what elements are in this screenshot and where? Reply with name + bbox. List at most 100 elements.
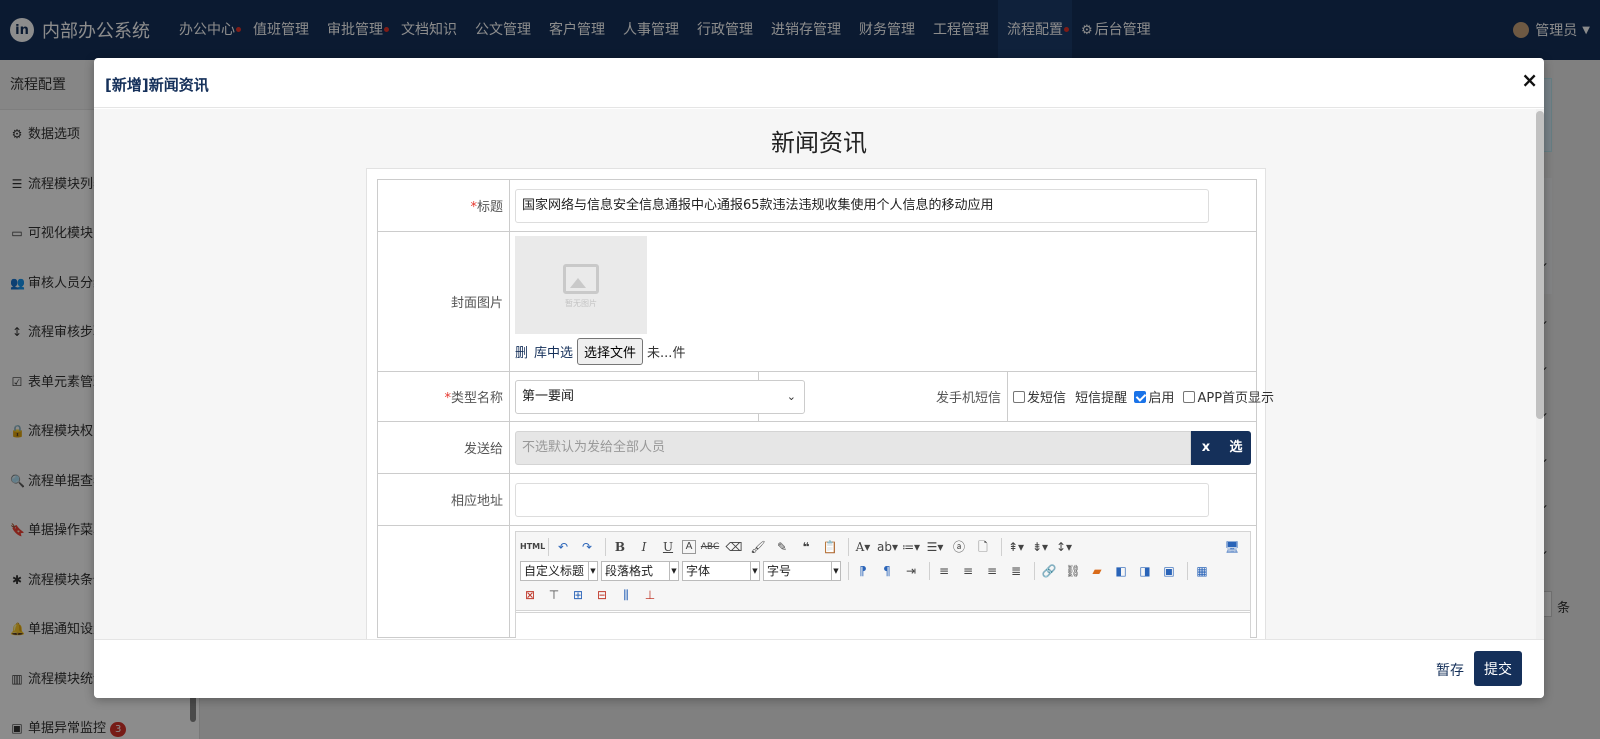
html-source-icon[interactable]: HTML: [520, 537, 545, 557]
rtl-direction-icon[interactable]: ¶: [877, 561, 897, 581]
font-size-select[interactable]: 字号 ▼: [763, 561, 841, 581]
indent-icon[interactable]: ⇥: [901, 561, 921, 581]
field-label: 相应地址: [377, 473, 510, 526]
checkbox-label: APP首页显示: [1197, 391, 1275, 406]
send-to-input[interactable]: 不选默认为发给全部人员: [515, 430, 1191, 465]
bold-icon[interactable]: B: [610, 537, 630, 557]
chevron-down-icon: ⌄: [786, 389, 796, 403]
field-cell: 国家网络与信息安全信息通报中心通报65款违法违规收集使用个人信息的移动应用: [509, 179, 1257, 232]
form-row-cover: 封面图片 暂无图片 删 库中选 选择文件 未...件: [377, 231, 1257, 372]
toolbar-separator: [1187, 562, 1188, 580]
form-row-send-to: 发送给 不选默认为发给全部人员 x 选: [377, 421, 1257, 474]
eraser-icon[interactable]: ⌫: [724, 537, 744, 557]
row-spacing-bottom-icon[interactable]: ⇟▾: [1030, 537, 1050, 557]
field-label: 发送给: [377, 421, 510, 474]
combo-label: 字号: [767, 564, 792, 578]
modal-scrollbar[interactable]: [1536, 109, 1544, 639]
font-family-select[interactable]: 字体 ▼: [682, 561, 760, 581]
select-all-icon[interactable]: ⓐ: [949, 537, 969, 557]
save-draft-button[interactable]: 暂存: [1436, 660, 1464, 680]
row-spacing-top-icon[interactable]: ⇞▾: [1006, 537, 1026, 557]
field-cell: 暂无图片 删 库中选 选择文件 未...件: [509, 231, 1257, 372]
undo-icon[interactable]: ↶: [553, 537, 573, 557]
fullscreen-icon[interactable]: 🖥: [1222, 537, 1242, 557]
type-select[interactable]: 第一要闻 ⌄: [515, 379, 805, 414]
modal-title: [新增]新闻资讯: [105, 76, 209, 94]
field-label: 封面图片: [377, 231, 510, 372]
insert-column-icon[interactable]: ⫼: [616, 585, 636, 605]
toolbar-separator: [548, 538, 549, 556]
clear-doc-icon[interactable]: 🗋: [973, 537, 993, 557]
selected-value: 第一要闻: [522, 388, 575, 404]
delete-column-icon[interactable]: ⊥: [640, 585, 660, 605]
chevron-down-icon: ▼: [831, 562, 840, 580]
image-float-right-icon[interactable]: ◨: [1135, 561, 1155, 581]
form-row-content: HTML ↶ ↷ B I U A ABC ⌫ 🖌 ✎ ❝ 📋 A▾ ab▾ ≔▾…: [377, 525, 1257, 638]
chevron-down-icon: ▼: [750, 562, 759, 580]
title-input[interactable]: 国家网络与信息安全信息通报中心通报65款违法违规收集使用个人信息的移动应用: [515, 188, 1209, 223]
file-status: 未...件: [647, 346, 686, 361]
format-brush-icon[interactable]: 🖌: [748, 537, 768, 557]
checkbox-label: 启用: [1148, 391, 1175, 406]
ordered-list-icon[interactable]: ≔▾: [901, 537, 921, 557]
redo-icon[interactable]: ↷: [577, 537, 597, 557]
send-sms-checkbox[interactable]: [1013, 391, 1025, 403]
custom-heading-select[interactable]: 自定义标题 ▼: [520, 561, 598, 581]
cover-image-placeholder[interactable]: 暂无图片: [515, 236, 647, 334]
underline-icon[interactable]: U: [658, 537, 678, 557]
delete-cover-link[interactable]: 删: [515, 342, 528, 361]
insert-table-icon[interactable]: ▦: [1192, 561, 1212, 581]
toolbar-separator: [929, 562, 930, 580]
image-float-left-icon[interactable]: ◧: [1111, 561, 1131, 581]
label-text: 类型名称: [450, 391, 503, 406]
delete-row-icon[interactable]: ⊟: [592, 585, 612, 605]
highlight-color-icon[interactable]: ab▾: [877, 537, 898, 557]
auto-format-icon[interactable]: ✎: [772, 537, 792, 557]
image-icon[interactable]: ▰: [1087, 561, 1107, 581]
italic-icon[interactable]: I: [634, 537, 654, 557]
close-icon[interactable]: ×: [1521, 68, 1538, 92]
align-left-icon[interactable]: ≡: [934, 561, 954, 581]
image-center-icon[interactable]: ▣: [1159, 561, 1179, 581]
choose-file-button[interactable]: 选择文件: [577, 338, 644, 365]
no-image-caption: 暂无图片: [565, 299, 597, 308]
align-right-icon[interactable]: ≡: [982, 561, 1002, 581]
chevron-down-icon: ▼: [669, 562, 678, 580]
insert-paragraph-before-table-icon[interactable]: ⊤: [544, 585, 564, 605]
editor-content-area[interactable]: [516, 612, 1250, 638]
unordered-list-icon[interactable]: ☰▾: [925, 537, 945, 557]
send-to-group: 不选默认为发给全部人员 x 选: [515, 430, 1251, 465]
modal-body: 新闻资讯 *标题 国家网络与信息安全信息通报中心通报65款违法违规收集使用个人信…: [94, 109, 1544, 639]
blockquote-icon[interactable]: ❝: [796, 537, 816, 557]
library-select-link[interactable]: 库中选: [534, 342, 573, 361]
submit-button[interactable]: 提交: [1474, 651, 1522, 686]
field-label: *标题: [377, 179, 510, 232]
align-center-icon[interactable]: ≡: [958, 561, 978, 581]
select-recipients-button[interactable]: 选: [1221, 430, 1251, 465]
align-justify-icon[interactable]: ≣: [1006, 561, 1026, 581]
font-color-icon[interactable]: A▾: [853, 537, 873, 557]
toolbar-separator: [848, 538, 849, 556]
combo-label: 字体: [686, 564, 711, 578]
font-border-icon[interactable]: A: [682, 540, 696, 554]
clear-recipients-button[interactable]: x: [1191, 430, 1221, 465]
unlink-icon[interactable]: ⛓: [1063, 561, 1083, 581]
paste-text-icon[interactable]: 📋: [820, 537, 840, 557]
strikethrough-icon[interactable]: ABC: [700, 537, 720, 557]
app-home-checkbox[interactable]: [1183, 391, 1196, 403]
toolbar-row: HTML ↶ ↷ B I U A ABC ⌫ 🖌 ✎ ❝ 📋 A▾ ab▾ ≔▾…: [520, 535, 1246, 559]
scrollbar-thumb[interactable]: [1536, 111, 1544, 419]
delete-table-icon[interactable]: ⊠: [520, 585, 540, 605]
insert-row-icon[interactable]: ⊞: [568, 585, 588, 605]
toolbar-row: ⊠ ⊤ ⊞ ⊟ ⫼ ⊥: [520, 583, 1246, 607]
ltr-direction-icon[interactable]: ⁋: [853, 561, 873, 581]
link-icon[interactable]: 🔗: [1039, 561, 1059, 581]
url-input[interactable]: [515, 482, 1209, 517]
field-cell: 发短信 短信提醒 启用 APP首页显示: [1007, 371, 1274, 422]
paragraph-format-select[interactable]: 段落格式 ▼: [601, 561, 679, 581]
line-height-icon[interactable]: ↕▾: [1054, 537, 1074, 557]
field-cell: 第一要闻 ⌄: [509, 371, 805, 422]
chevron-down-icon: ▼: [588, 562, 597, 580]
form-row-type: *类型名称 第一要闻 ⌄ 发手机短信 发短信 短信提醒 启用 APP首页显示: [377, 371, 1274, 422]
enable-checkbox[interactable]: [1134, 391, 1147, 403]
